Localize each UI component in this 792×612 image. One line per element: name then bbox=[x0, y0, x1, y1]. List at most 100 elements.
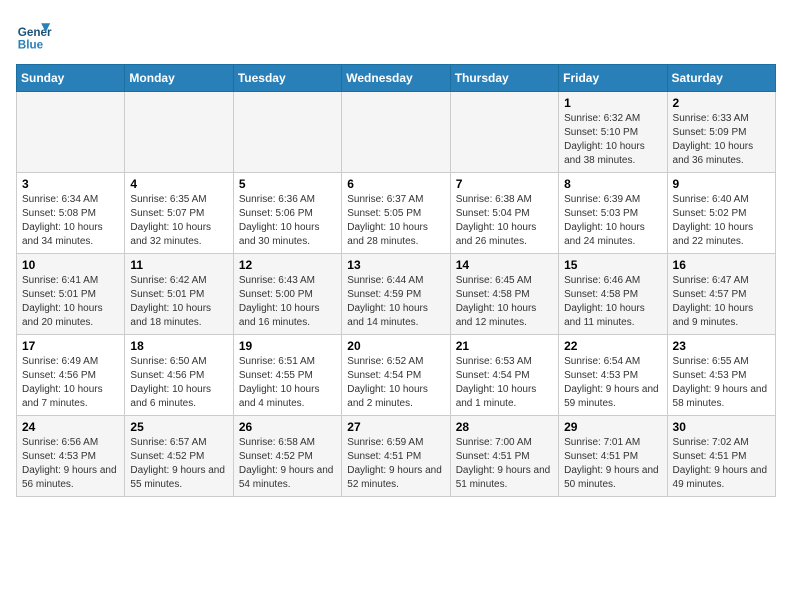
day-number: 12 bbox=[239, 258, 336, 272]
day-number: 9 bbox=[673, 177, 770, 191]
day-header: Tuesday bbox=[233, 65, 341, 92]
calendar-cell: 30Sunrise: 7:02 AM Sunset: 4:51 PM Dayli… bbox=[667, 416, 775, 497]
day-detail: Sunrise: 6:32 AM Sunset: 5:10 PM Dayligh… bbox=[564, 112, 661, 168]
calendar-cell: 9Sunrise: 6:40 AM Sunset: 5:02 PM Daylig… bbox=[667, 173, 775, 254]
day-detail: Sunrise: 6:49 AM Sunset: 4:56 PM Dayligh… bbox=[22, 355, 119, 411]
calendar-cell: 13 Sunrise: 6:44 AM Sunset: 4:59 PM Dayli… bbox=[342, 254, 450, 335]
day-detail: Sunrise: 6:56 AM Sunset: 4:53 PM Dayligh… bbox=[22, 436, 119, 492]
calendar-cell bbox=[450, 92, 558, 173]
calendar-cell: 1 Sunrise: 6:32 AM Sunset: 5:10 PM Daylig… bbox=[559, 92, 667, 173]
calendar-week-row: 3Sunrise: 6:34 AM Sunset: 5:08 PM Daylig… bbox=[17, 173, 776, 254]
day-number: 23 bbox=[673, 339, 770, 353]
day-number: 14 bbox=[456, 258, 553, 272]
day-detail: Sunrise: 6:46 AM Sunset: 4:58 PM Dayligh… bbox=[564, 274, 661, 330]
day-detail: Sunrise: 6:37 AM Sunset: 5:05 PM Dayligh… bbox=[347, 193, 444, 249]
calendar-cell bbox=[233, 92, 341, 173]
calendar-cell: 22 Sunrise: 6:54 AM Sunset: 4:53 PM Dayli… bbox=[559, 335, 667, 416]
calendar-cell: 29 Sunrise: 7:01 AM Sunset: 4:51 PM Dayli… bbox=[559, 416, 667, 497]
day-number: 27 bbox=[347, 420, 444, 434]
calendar-table: SundayMondayTuesdayWednesdayThursdayFrid… bbox=[16, 64, 776, 497]
calendar-week-row: 1 Sunrise: 6:32 AM Sunset: 5:10 PM Daylig… bbox=[17, 92, 776, 173]
calendar-cell: 20 Sunrise: 6:52 AM Sunset: 4:54 PM Dayli… bbox=[342, 335, 450, 416]
day-detail: Sunrise: 6:39 AM Sunset: 5:03 PM Dayligh… bbox=[564, 193, 661, 249]
calendar-week-row: 17 Sunrise: 6:49 AM Sunset: 4:56 PM Dayli… bbox=[17, 335, 776, 416]
day-number: 10 bbox=[22, 258, 119, 272]
calendar-week-row: 10 Sunrise: 6:41 AM Sunset: 5:01 PM Dayli… bbox=[17, 254, 776, 335]
day-header: Sunday bbox=[17, 65, 125, 92]
day-number: 1 bbox=[564, 96, 661, 110]
calendar-body: 1 Sunrise: 6:32 AM Sunset: 5:10 PM Daylig… bbox=[17, 92, 776, 497]
calendar-cell: 8 Sunrise: 6:39 AM Sunset: 5:03 PM Daylig… bbox=[559, 173, 667, 254]
day-number: 25 bbox=[130, 420, 227, 434]
calendar-week-row: 24Sunrise: 6:56 AM Sunset: 4:53 PM Dayli… bbox=[17, 416, 776, 497]
day-number: 16 bbox=[673, 258, 770, 272]
day-detail: Sunrise: 6:58 AM Sunset: 4:52 PM Dayligh… bbox=[239, 436, 336, 492]
day-number: 15 bbox=[564, 258, 661, 272]
calendar-cell: 26 Sunrise: 6:58 AM Sunset: 4:52 PM Dayli… bbox=[233, 416, 341, 497]
day-detail: Sunrise: 6:36 AM Sunset: 5:06 PM Dayligh… bbox=[239, 193, 336, 249]
calendar-cell: 6 Sunrise: 6:37 AM Sunset: 5:05 PM Daylig… bbox=[342, 173, 450, 254]
calendar-cell: 18 Sunrise: 6:50 AM Sunset: 4:56 PM Dayli… bbox=[125, 335, 233, 416]
day-header: Monday bbox=[125, 65, 233, 92]
calendar-header-row: SundayMondayTuesdayWednesdayThursdayFrid… bbox=[17, 65, 776, 92]
day-detail: Sunrise: 6:47 AM Sunset: 4:57 PM Dayligh… bbox=[673, 274, 770, 330]
day-detail: Sunrise: 6:51 AM Sunset: 4:55 PM Dayligh… bbox=[239, 355, 336, 411]
day-number: 6 bbox=[347, 177, 444, 191]
day-detail: Sunrise: 7:01 AM Sunset: 4:51 PM Dayligh… bbox=[564, 436, 661, 492]
day-number: 20 bbox=[347, 339, 444, 353]
logo-icon: General Blue bbox=[16, 16, 52, 52]
calendar-cell bbox=[17, 92, 125, 173]
calendar-cell: 19Sunrise: 6:51 AM Sunset: 4:55 PM Dayli… bbox=[233, 335, 341, 416]
svg-text:Blue: Blue bbox=[18, 38, 44, 51]
calendar-cell: 23Sunrise: 6:55 AM Sunset: 4:53 PM Dayli… bbox=[667, 335, 775, 416]
calendar-cell: 28Sunrise: 7:00 AM Sunset: 4:51 PM Dayli… bbox=[450, 416, 558, 497]
day-detail: Sunrise: 6:52 AM Sunset: 4:54 PM Dayligh… bbox=[347, 355, 444, 411]
calendar-cell: 12 Sunrise: 6:43 AM Sunset: 5:00 PM Dayli… bbox=[233, 254, 341, 335]
day-detail: Sunrise: 6:44 AM Sunset: 4:59 PM Dayligh… bbox=[347, 274, 444, 330]
logo: General Blue bbox=[16, 16, 52, 52]
day-header: Friday bbox=[559, 65, 667, 92]
day-detail: Sunrise: 6:45 AM Sunset: 4:58 PM Dayligh… bbox=[456, 274, 553, 330]
day-header: Wednesday bbox=[342, 65, 450, 92]
header: General Blue bbox=[16, 16, 776, 52]
day-detail: Sunrise: 6:57 AM Sunset: 4:52 PM Dayligh… bbox=[130, 436, 227, 492]
day-detail: Sunrise: 6:43 AM Sunset: 5:00 PM Dayligh… bbox=[239, 274, 336, 330]
calendar-cell: 11 Sunrise: 6:42 AM Sunset: 5:01 PM Dayli… bbox=[125, 254, 233, 335]
day-detail: Sunrise: 6:34 AM Sunset: 5:08 PM Dayligh… bbox=[22, 193, 119, 249]
calendar-cell bbox=[125, 92, 233, 173]
day-detail: Sunrise: 6:35 AM Sunset: 5:07 PM Dayligh… bbox=[130, 193, 227, 249]
day-detail: Sunrise: 6:54 AM Sunset: 4:53 PM Dayligh… bbox=[564, 355, 661, 411]
day-detail: Sunrise: 6:59 AM Sunset: 4:51 PM Dayligh… bbox=[347, 436, 444, 492]
day-number: 21 bbox=[456, 339, 553, 353]
day-detail: Sunrise: 6:33 AM Sunset: 5:09 PM Dayligh… bbox=[673, 112, 770, 168]
calendar-cell: 25 Sunrise: 6:57 AM Sunset: 4:52 PM Dayli… bbox=[125, 416, 233, 497]
day-number: 4 bbox=[130, 177, 227, 191]
calendar-cell: 21 Sunrise: 6:53 AM Sunset: 4:54 PM Dayli… bbox=[450, 335, 558, 416]
calendar-cell: 16 Sunrise: 6:47 AM Sunset: 4:57 PM Dayli… bbox=[667, 254, 775, 335]
calendar-cell: 17 Sunrise: 6:49 AM Sunset: 4:56 PM Dayli… bbox=[17, 335, 125, 416]
day-number: 29 bbox=[564, 420, 661, 434]
calendar-cell: 14 Sunrise: 6:45 AM Sunset: 4:58 PM Dayli… bbox=[450, 254, 558, 335]
day-number: 30 bbox=[673, 420, 770, 434]
calendar-cell: 24Sunrise: 6:56 AM Sunset: 4:53 PM Dayli… bbox=[17, 416, 125, 497]
day-number: 26 bbox=[239, 420, 336, 434]
day-number: 13 bbox=[347, 258, 444, 272]
calendar-cell: 15 Sunrise: 6:46 AM Sunset: 4:58 PM Dayli… bbox=[559, 254, 667, 335]
calendar-cell: 5Sunrise: 6:36 AM Sunset: 5:06 PM Daylig… bbox=[233, 173, 341, 254]
day-number: 7 bbox=[456, 177, 553, 191]
calendar-cell bbox=[342, 92, 450, 173]
calendar-cell: 4 Sunrise: 6:35 AM Sunset: 5:07 PM Daylig… bbox=[125, 173, 233, 254]
day-detail: Sunrise: 6:50 AM Sunset: 4:56 PM Dayligh… bbox=[130, 355, 227, 411]
day-detail: Sunrise: 6:53 AM Sunset: 4:54 PM Dayligh… bbox=[456, 355, 553, 411]
day-detail: Sunrise: 6:42 AM Sunset: 5:01 PM Dayligh… bbox=[130, 274, 227, 330]
day-header: Thursday bbox=[450, 65, 558, 92]
day-number: 18 bbox=[130, 339, 227, 353]
day-number: 17 bbox=[22, 339, 119, 353]
day-detail: Sunrise: 6:38 AM Sunset: 5:04 PM Dayligh… bbox=[456, 193, 553, 249]
calendar-cell: 2Sunrise: 6:33 AM Sunset: 5:09 PM Daylig… bbox=[667, 92, 775, 173]
day-detail: Sunrise: 7:00 AM Sunset: 4:51 PM Dayligh… bbox=[456, 436, 553, 492]
day-number: 8 bbox=[564, 177, 661, 191]
day-detail: Sunrise: 6:41 AM Sunset: 5:01 PM Dayligh… bbox=[22, 274, 119, 330]
day-number: 11 bbox=[130, 258, 227, 272]
day-number: 22 bbox=[564, 339, 661, 353]
